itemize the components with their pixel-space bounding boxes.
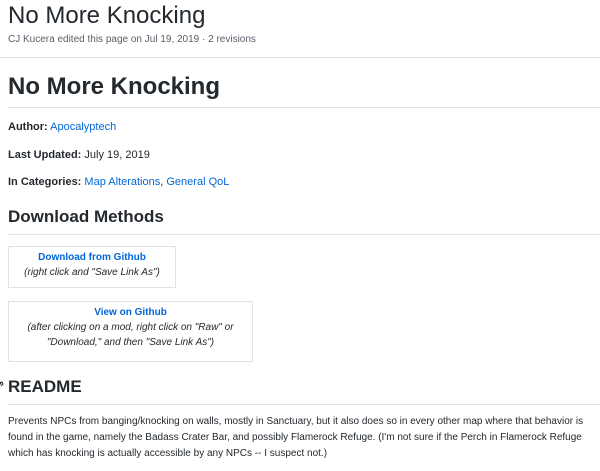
download-from-github-box: Download from Github (right click and "S…	[8, 246, 176, 288]
categories-line: In Categories: Map Alterations, General …	[8, 175, 229, 189]
header-divider	[0, 57, 600, 58]
readme-body: Prevents NPCs from banging/knocking on w…	[8, 416, 584, 459]
wiki-content: No More Knocking Author: Apocalyptech La…	[0, 72, 600, 459]
author-link[interactable]: Apocalyptech	[50, 121, 116, 133]
category-link-map-alterations[interactable]: Map Alterations	[84, 176, 160, 188]
download-methods-heading: Download Methods	[8, 206, 600, 235]
link-anchor-icon[interactable]	[0, 380, 4, 392]
last-updated-value: July 19, 2019	[84, 149, 150, 161]
last-updated-line: Last Updated: July 19, 2019	[8, 148, 150, 162]
page-header: No More Knocking CJ Kucera edited this p…	[8, 2, 600, 46]
page-revision-meta: CJ Kucera edited this page on Jul 19, 20…	[8, 34, 256, 45]
view-on-github-note-line1: (after clicking on a mod, right click on…	[27, 322, 234, 333]
view-on-github-link[interactable]: View on Github	[15, 305, 246, 320]
view-on-github-box: View on Github (after clicking on a mod,…	[8, 301, 253, 362]
author-line: Author: Apocalyptech	[8, 120, 116, 134]
page-title: No More Knocking	[8, 2, 206, 29]
categories-label: In Categories:	[8, 176, 82, 188]
download-from-github-note: (right click and "Save Link As")	[24, 267, 160, 278]
article-title: No More Knocking	[8, 72, 600, 108]
author-label: Author:	[8, 121, 48, 133]
category-link-general-qol[interactable]: General QoL	[166, 176, 229, 188]
readme-heading: README	[0, 376, 600, 405]
view-on-github-note-line2: "Download," and then "Save Link As")	[46, 337, 215, 348]
last-updated-label: Last Updated:	[8, 149, 82, 161]
readme-heading-text: README	[8, 377, 82, 396]
download-from-github-link[interactable]: Download from Github	[15, 250, 169, 265]
